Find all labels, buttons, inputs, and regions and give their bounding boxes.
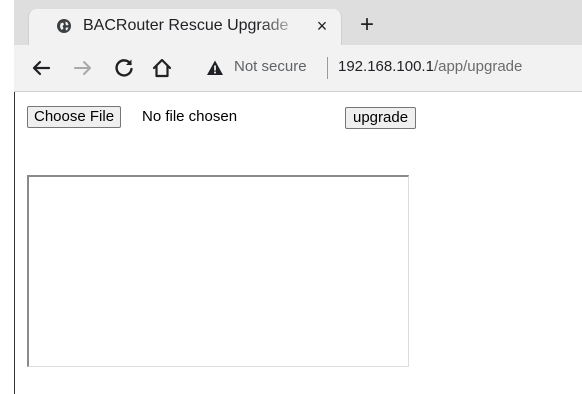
reload-icon[interactable] <box>112 56 136 80</box>
tab-strip: BACRouter Rescue Upgrade × + <box>14 0 582 45</box>
upgrade-button[interactable]: upgrade <box>345 107 417 129</box>
close-tab-icon[interactable]: × <box>311 15 333 37</box>
new-tab-button[interactable]: + <box>354 13 380 39</box>
security-status-label[interactable]: Not secure <box>234 58 307 75</box>
address-bar[interactable]: Not secure 192.168.100.1/app/upgrade <box>190 50 582 86</box>
url-host: 192.168.100.1 <box>338 58 434 75</box>
tab-bacrouter-rescue-upgrade[interactable]: BACRouter Rescue Upgrade × <box>28 9 342 45</box>
url-path: /app/upgrade <box>433 58 523 75</box>
warning-icon[interactable] <box>206 59 224 77</box>
forward-arrow-icon[interactable] <box>71 56 95 80</box>
browser-toolbar: Not secure 192.168.100.1/app/upgrade <box>14 45 582 92</box>
upgrade-log-textarea[interactable] <box>27 175 409 367</box>
file-status-text: No file chosen <box>142 108 238 125</box>
choose-file-button[interactable]: Choose File <box>27 106 122 128</box>
tab-title: BACRouter Rescue Upgrade <box>83 17 289 34</box>
home-icon[interactable] <box>150 56 174 80</box>
globe-icon <box>56 18 72 34</box>
url-text[interactable]: 192.168.100.1/app/upgrade <box>338 58 522 75</box>
back-arrow-icon[interactable] <box>29 56 53 80</box>
page-content: Choose File No file chosen upgrade <box>15 93 582 394</box>
omnibox-divider <box>327 57 328 79</box>
browser-window: BACRouter Rescue Upgrade × + Not secure … <box>0 0 582 394</box>
